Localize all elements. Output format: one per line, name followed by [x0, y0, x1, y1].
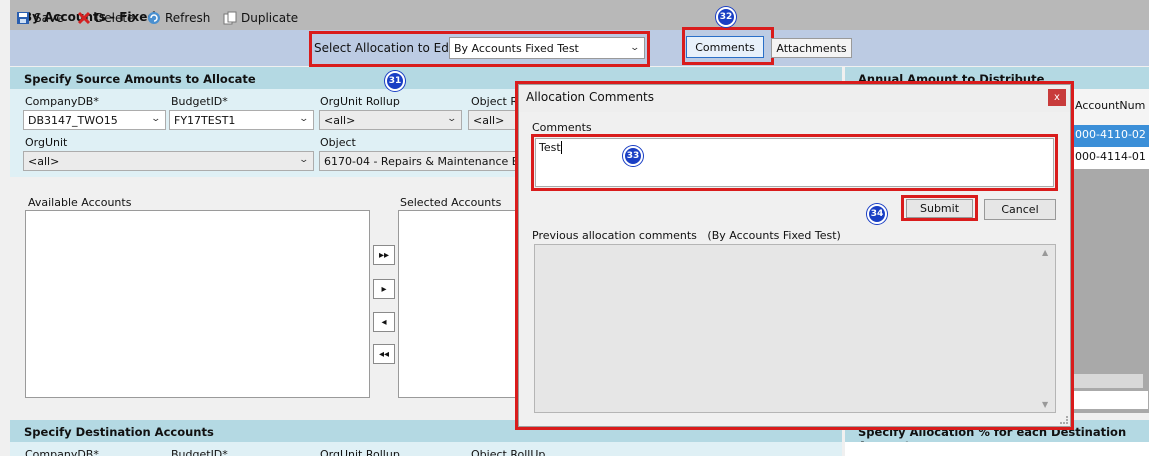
attachments-button[interactable]: Attachments	[771, 38, 852, 58]
orgunit-rollup-label: OrgUnit Rollup	[320, 95, 400, 108]
companydb-label: CompanyDB*	[25, 95, 99, 108]
dest-companydb-label: CompanyDB*	[25, 448, 99, 456]
comments-button[interactable]: Comments	[686, 36, 764, 58]
dest-orgunit-rollup-label: OrgUnit Rollup	[320, 448, 400, 456]
move-all-right-button[interactable]: ▸▸	[373, 245, 395, 265]
allocation-grid	[845, 442, 1149, 456]
step-badge-31: 31	[385, 71, 405, 91]
accountnum-header: AccountNum	[1071, 89, 1149, 125]
dialog-title: Allocation Comments	[526, 90, 655, 104]
companydb-select[interactable]: DB3147_TWO15 ⌄	[23, 110, 166, 130]
delete-button[interactable]: Delete	[77, 9, 134, 27]
comments-input[interactable]: Test	[535, 138, 1054, 187]
close-button[interactable]: x	[1048, 89, 1066, 106]
chevron-down-icon: ⌄	[298, 155, 310, 165]
chevron-down-icon: ⌄	[150, 114, 162, 124]
step-badge-32: 32	[716, 7, 736, 27]
step-badge-33: 33	[623, 146, 643, 166]
object-rollup-value: <all>	[473, 114, 505, 127]
orgunit-value: <all>	[28, 155, 60, 168]
orgunit-select[interactable]: <all> ⌄	[23, 151, 314, 171]
refresh-button[interactable]: Refresh	[147, 9, 210, 27]
destination-filter-panel	[10, 442, 842, 456]
orgunit-rollup-select[interactable]: <all> ⌄	[319, 110, 462, 130]
selected-accounts-list[interactable]	[398, 210, 518, 398]
previous-comments-box	[534, 244, 1056, 413]
chevron-down-icon: ⌄	[298, 114, 310, 124]
available-accounts-list[interactable]	[25, 210, 370, 398]
step-badge-34: 34	[867, 204, 887, 224]
submit-button[interactable]: Submit	[906, 199, 973, 218]
allocation-select-value: By Accounts Fixed Test	[454, 42, 579, 55]
move-right-button[interactable]: ▸	[373, 279, 395, 299]
refresh-label: Refresh	[165, 11, 211, 25]
budgetid-label: BudgetID*	[171, 95, 228, 108]
previous-comments-label: Previous allocation comments (By Account…	[532, 229, 841, 242]
orgunit-rollup-value: <all>	[324, 114, 356, 127]
dest-object-rollup-label: Object RollUp	[471, 448, 546, 456]
text-cursor	[560, 141, 562, 154]
comments-label: Comments	[532, 121, 592, 134]
save-label: Save	[34, 11, 64, 25]
budgetid-value: FY17TEST1	[174, 114, 236, 127]
delete-icon	[77, 11, 91, 25]
comments-input-value: Test	[539, 141, 561, 154]
save-button[interactable]: Save	[16, 9, 63, 27]
object-value: 6170-04 - Repairs & Maintenance Expen	[324, 155, 515, 168]
table-row[interactable]: 000-4114-01	[1071, 147, 1149, 169]
dest-budgetid-label: BudgetID*	[171, 448, 228, 456]
select-allocation-label: Select Allocation to Edit	[314, 41, 457, 55]
save-icon	[16, 11, 30, 25]
duplicate-icon	[223, 11, 237, 25]
object-label: Object	[320, 136, 356, 149]
close-icon: x	[1054, 92, 1060, 103]
move-left-button[interactable]: ◂	[373, 312, 395, 332]
horizontal-scrollbar[interactable]	[1071, 374, 1143, 388]
chevron-down-icon: ⌄	[446, 114, 458, 124]
table-row[interactable]: 000-4110-02	[1071, 125, 1149, 147]
allocation-select[interactable]: By Accounts Fixed Test ⌄	[449, 37, 645, 59]
companydb-value: DB3147_TWO15	[28, 114, 118, 127]
refresh-icon	[147, 11, 161, 25]
duplicate-button[interactable]: Duplicate	[223, 9, 298, 27]
cancel-button[interactable]: Cancel	[984, 199, 1056, 220]
orgunit-label: OrgUnit	[25, 136, 68, 149]
duplicate-label: Duplicate	[241, 11, 299, 25]
selected-accounts-label: Selected Accounts	[400, 196, 502, 209]
total-field[interactable]	[1071, 390, 1149, 410]
scroll-up-icon[interactable]: ▲	[1042, 248, 1048, 257]
scroll-down-icon[interactable]: ▼	[1042, 400, 1048, 409]
resize-grip-icon[interactable]	[1060, 416, 1068, 424]
chevron-down-icon: ⌄	[629, 43, 641, 53]
object-rollup-select[interactable]: <all>	[468, 110, 516, 130]
move-all-left-button[interactable]: ◂◂	[373, 344, 395, 364]
delete-label: Delete	[95, 11, 135, 25]
object-select[interactable]: 6170-04 - Repairs & Maintenance Expen	[319, 151, 516, 171]
available-accounts-label: Available Accounts	[28, 196, 132, 209]
budgetid-select[interactable]: FY17TEST1 ⌄	[169, 110, 314, 130]
